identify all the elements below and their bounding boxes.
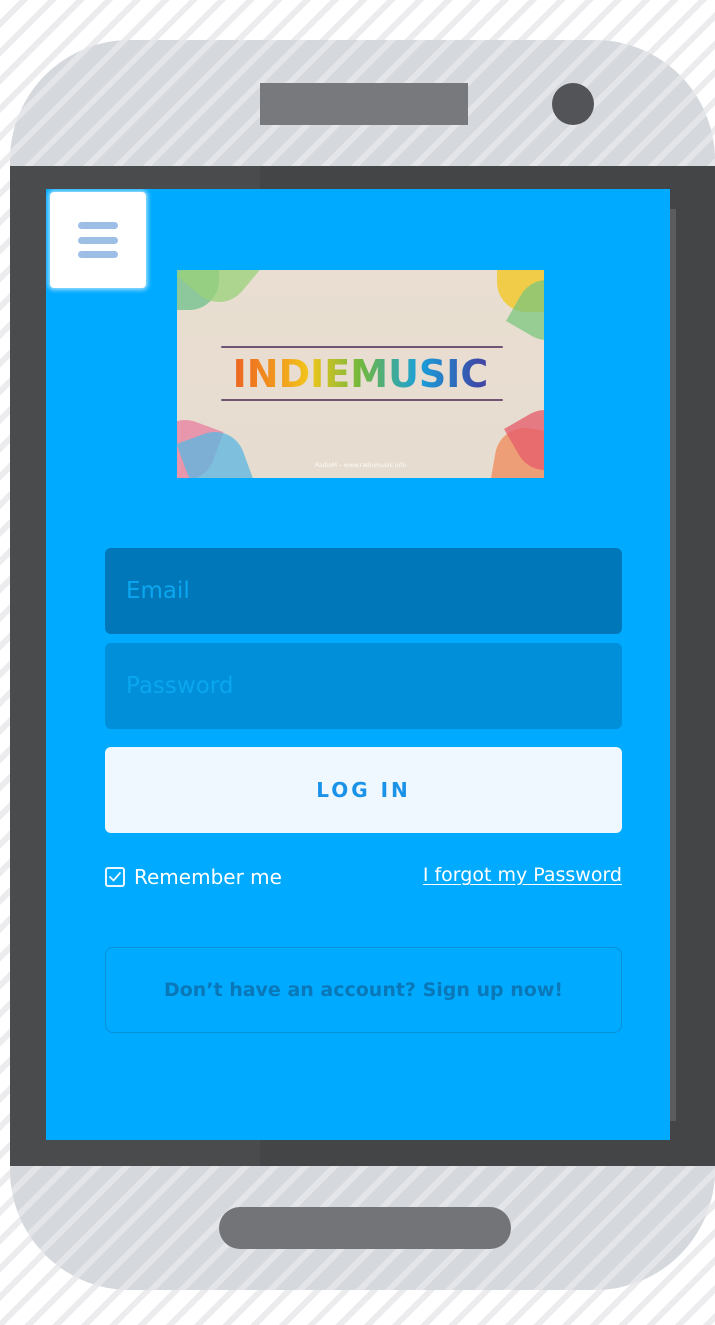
banner-footer-text: RadioM – www.radiomusic.info — [314, 462, 407, 469]
remember-me-label: Remember me — [134, 865, 282, 889]
password-input[interactable] — [105, 643, 622, 729]
phone-home-button[interactable] — [219, 1207, 511, 1249]
hamburger-menu-icon — [78, 222, 118, 258]
forgot-password-link[interactable]: I forgot my Password — [423, 861, 622, 889]
scrollbar-track[interactable] — [670, 209, 676, 1121]
menu-button[interactable] — [50, 192, 146, 288]
banner-bottom-rule — [221, 399, 503, 401]
brand-logo-text: INDIEMUSIC — [177, 348, 544, 400]
email-input[interactable] — [105, 548, 622, 634]
signup-button[interactable]: Don’t have an account? Sign up now! — [105, 947, 622, 1033]
checkbox-box[interactable] — [105, 867, 125, 887]
page-background: INDIEMUSIC RadioM – www.radiomusic.info … — [0, 0, 715, 1325]
app-screen: INDIEMUSIC RadioM – www.radiomusic.info … — [46, 189, 670, 1140]
phone-speaker — [260, 83, 468, 125]
checkmark-icon — [109, 872, 121, 882]
phone-camera — [552, 83, 594, 125]
login-button[interactable]: LOG IN — [105, 747, 622, 833]
brand-banner: INDIEMUSIC RadioM – www.radiomusic.info — [177, 270, 544, 478]
remember-me-checkbox[interactable]: Remember me — [105, 863, 282, 891]
